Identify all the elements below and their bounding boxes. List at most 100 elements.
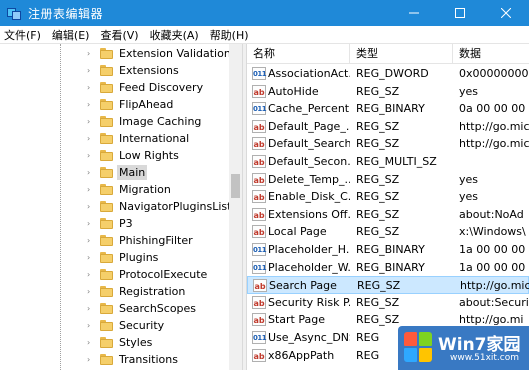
chevron-right-icon[interactable]: › xyxy=(87,270,95,279)
value-row[interactable]: 011 Placeholder_W... REG_BINARY 1a 00 00 00 xyxy=(247,259,529,277)
value-type: REG_DWORD xyxy=(356,67,429,80)
chevron-right-icon[interactable]: › xyxy=(87,338,95,347)
folder-icon xyxy=(100,48,113,59)
chevron-right-icon[interactable]: › xyxy=(87,66,95,75)
menu-help[interactable]: 帮助(H) xyxy=(206,27,256,43)
chevron-right-icon[interactable]: › xyxy=(87,304,95,313)
menu-bar: 文件(F) 编辑(E) 查看(V) 收藏夹(A) 帮助(H) xyxy=(0,26,529,44)
chevron-right-icon[interactable]: › xyxy=(87,185,95,194)
tree-item[interactable]: › Migration xyxy=(0,181,230,198)
chevron-right-icon[interactable]: › xyxy=(87,253,95,262)
registry-value-list[interactable]: 名称 类型 数据 011 AssociationAct... REG_DWORD 0x… xyxy=(247,44,529,370)
chevron-right-icon[interactable]: › xyxy=(87,83,95,92)
string-value-icon: ab xyxy=(252,190,266,204)
menu-file[interactable]: 文件(F) xyxy=(0,27,48,43)
chevron-right-icon[interactable]: › xyxy=(87,100,95,109)
chevron-right-icon[interactable]: › xyxy=(87,117,95,126)
folder-icon xyxy=(100,252,113,263)
value-row[interactable]: 011Cache_Percent... REG_BINARY 0a 00 00 00 xyxy=(247,100,529,118)
chevron-right-icon[interactable]: › xyxy=(87,134,95,143)
value-row[interactable]: ab Enable_Disk_C... REG_SZ yes xyxy=(247,188,529,206)
tree-item[interactable]: › Plugins xyxy=(0,249,230,266)
tree-item[interactable]: › ProtocolExecute xyxy=(0,266,230,283)
menu-view[interactable]: 查看(V) xyxy=(96,27,145,43)
chevron-right-icon[interactable]: › xyxy=(87,219,95,228)
tree-item-label: P3 xyxy=(119,217,133,230)
tree-item[interactable]: › SearchScopes xyxy=(0,300,230,317)
value-name: x86AppPath xyxy=(268,348,335,362)
chevron-right-icon[interactable]: › xyxy=(87,151,95,160)
value-row[interactable]: 011 Placeholder_H... REG_BINARY 1a 00 00 00 xyxy=(247,241,529,259)
tree-item[interactable]: › International xyxy=(0,130,230,147)
value-type: REG_MULTI_SZ xyxy=(356,155,437,168)
value-name: Default_Secon... xyxy=(268,155,350,168)
tree-item-label: Feed Discovery xyxy=(119,81,204,94)
chevron-right-icon[interactable]: › xyxy=(87,49,95,58)
value-name: AssociationAct... xyxy=(268,67,350,80)
value-name: Start Page xyxy=(268,313,325,327)
chevron-right-icon[interactable]: › xyxy=(87,236,95,245)
menu-edit[interactable]: 编辑(E) xyxy=(48,27,97,43)
tree-item[interactable]: › P3 xyxy=(0,215,230,232)
tree-item-label: Transitions xyxy=(119,353,178,366)
minimize-button[interactable] xyxy=(391,0,437,26)
binary-value-icon: 011 xyxy=(252,67,267,80)
value-type: REG_BINARY xyxy=(356,243,425,256)
tree-item-label: Styles xyxy=(119,336,153,349)
registry-editor-icon xyxy=(6,5,22,21)
tree-item-label: ProtocolExecute xyxy=(119,268,208,281)
value-name: Search Page xyxy=(269,279,337,293)
chevron-right-icon[interactable]: › xyxy=(87,168,95,177)
tree-item[interactable]: › Transitions xyxy=(0,351,230,368)
value-row[interactable]: ab Delete_Temp_... REG_SZ yes xyxy=(247,171,529,189)
chevron-right-icon[interactable]: › xyxy=(87,355,95,364)
tree-item[interactable]: › Low Rights xyxy=(0,147,230,164)
tree-item[interactable]: › Image Caching xyxy=(0,113,230,130)
binary-value-icon: 011 xyxy=(252,243,267,256)
column-header-data[interactable]: 数据 xyxy=(453,44,529,64)
value-row[interactable]: ab Extensions Off... REG_SZ about:NoAd xyxy=(247,206,529,224)
value-row[interactable]: ab Local Page REG_SZ x:\Windows\ xyxy=(247,223,529,241)
value-row[interactable]: ab Default_Secon... REG_MULTI_SZ xyxy=(247,153,529,171)
value-row[interactable]: 011 AssociationAct... REG_DWORD 0x00000000 xyxy=(247,65,529,83)
value-type: REG_SZ xyxy=(356,172,400,186)
tree-item[interactable]: › Extension Validation xyxy=(0,45,231,62)
tree-scrollbar[interactable] xyxy=(229,44,242,370)
value-row[interactable]: abDefault_Search... REG_SZ http://go.mic xyxy=(247,135,529,153)
column-header-name[interactable]: 名称 xyxy=(247,44,350,64)
tree-item[interactable]: › PhishingFilter xyxy=(0,232,230,249)
tree-item[interactable]: › NavigatorPluginsList xyxy=(0,198,231,215)
value-row[interactable]: ab Default_Page_... REG_SZ http://go.mic xyxy=(247,118,529,136)
value-row[interactable]: ab AutoHide REG_SZ yes xyxy=(247,83,529,101)
value-row[interactable]: ab Security Risk P... REG_SZ about:Securi xyxy=(247,294,529,312)
tree-item[interactable]: › Feed Discovery xyxy=(0,79,230,96)
tree-item-label: Main xyxy=(117,165,148,180)
value-data: http://go.mic xyxy=(459,137,529,151)
value-data: yes xyxy=(459,84,479,98)
tree-item[interactable]: › Styles xyxy=(0,334,230,351)
tree-item[interactable]: › Main xyxy=(0,164,230,181)
value-row[interactable]: ab Search Page REG_SZ http://go.mic xyxy=(247,276,529,295)
chevron-right-icon[interactable]: › xyxy=(87,287,95,296)
chevron-right-icon[interactable]: › xyxy=(87,202,95,211)
tree-item[interactable]: › FlipAhead xyxy=(0,96,230,113)
maximize-button[interactable] xyxy=(437,0,483,26)
tree-item[interactable]: › Extensions xyxy=(0,62,230,79)
tree-scrollbar-thumb[interactable] xyxy=(231,174,240,198)
chevron-right-icon[interactable]: › xyxy=(87,321,95,330)
menu-favorites[interactable]: 收藏夹(A) xyxy=(146,27,206,43)
close-button[interactable] xyxy=(483,0,529,26)
tree-item-label: Migration xyxy=(119,183,171,196)
value-name: AutoHide xyxy=(268,84,319,98)
value-type: REG_SZ xyxy=(356,84,400,98)
tree-item[interactable]: › Registration xyxy=(0,283,230,300)
tree-item-label: Image Caching xyxy=(119,115,202,128)
string-value-icon: ab xyxy=(252,84,266,98)
folder-icon xyxy=(100,65,113,76)
value-name: Default_Search... xyxy=(268,137,350,151)
binary-value-icon: 011 xyxy=(252,260,267,274)
registry-key-tree[interactable]: › Extension Validation › Extensions › Feed Di… xyxy=(0,44,242,370)
value-name: Local Page xyxy=(268,225,327,239)
tree-item[interactable]: › Security xyxy=(0,317,230,334)
column-header-type[interactable]: 类型 xyxy=(350,44,453,64)
